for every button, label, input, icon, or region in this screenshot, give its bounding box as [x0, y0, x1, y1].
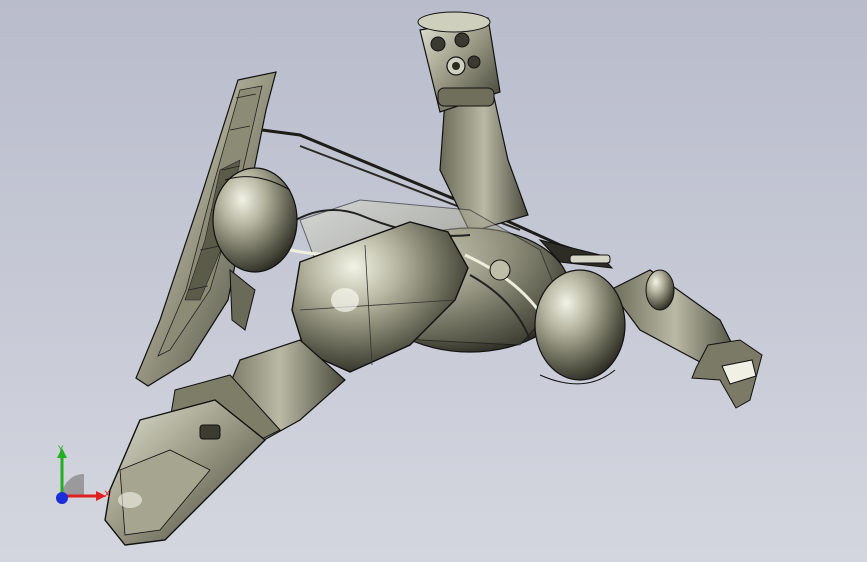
- cad-viewport[interactable]: Y X: [0, 0, 867, 562]
- robot-3d-model[interactable]: [0, 0, 867, 562]
- x-axis-label: X: [104, 490, 110, 500]
- y-axis-label: Y: [57, 445, 64, 455]
- right-arm: [534, 269, 763, 409]
- triad-plane: [62, 474, 84, 496]
- upper-leg: [417, 11, 529, 233]
- left-shoulder: [212, 167, 298, 331]
- z-axis-dot: [56, 492, 68, 504]
- axis-triad: Y X: [56, 445, 110, 504]
